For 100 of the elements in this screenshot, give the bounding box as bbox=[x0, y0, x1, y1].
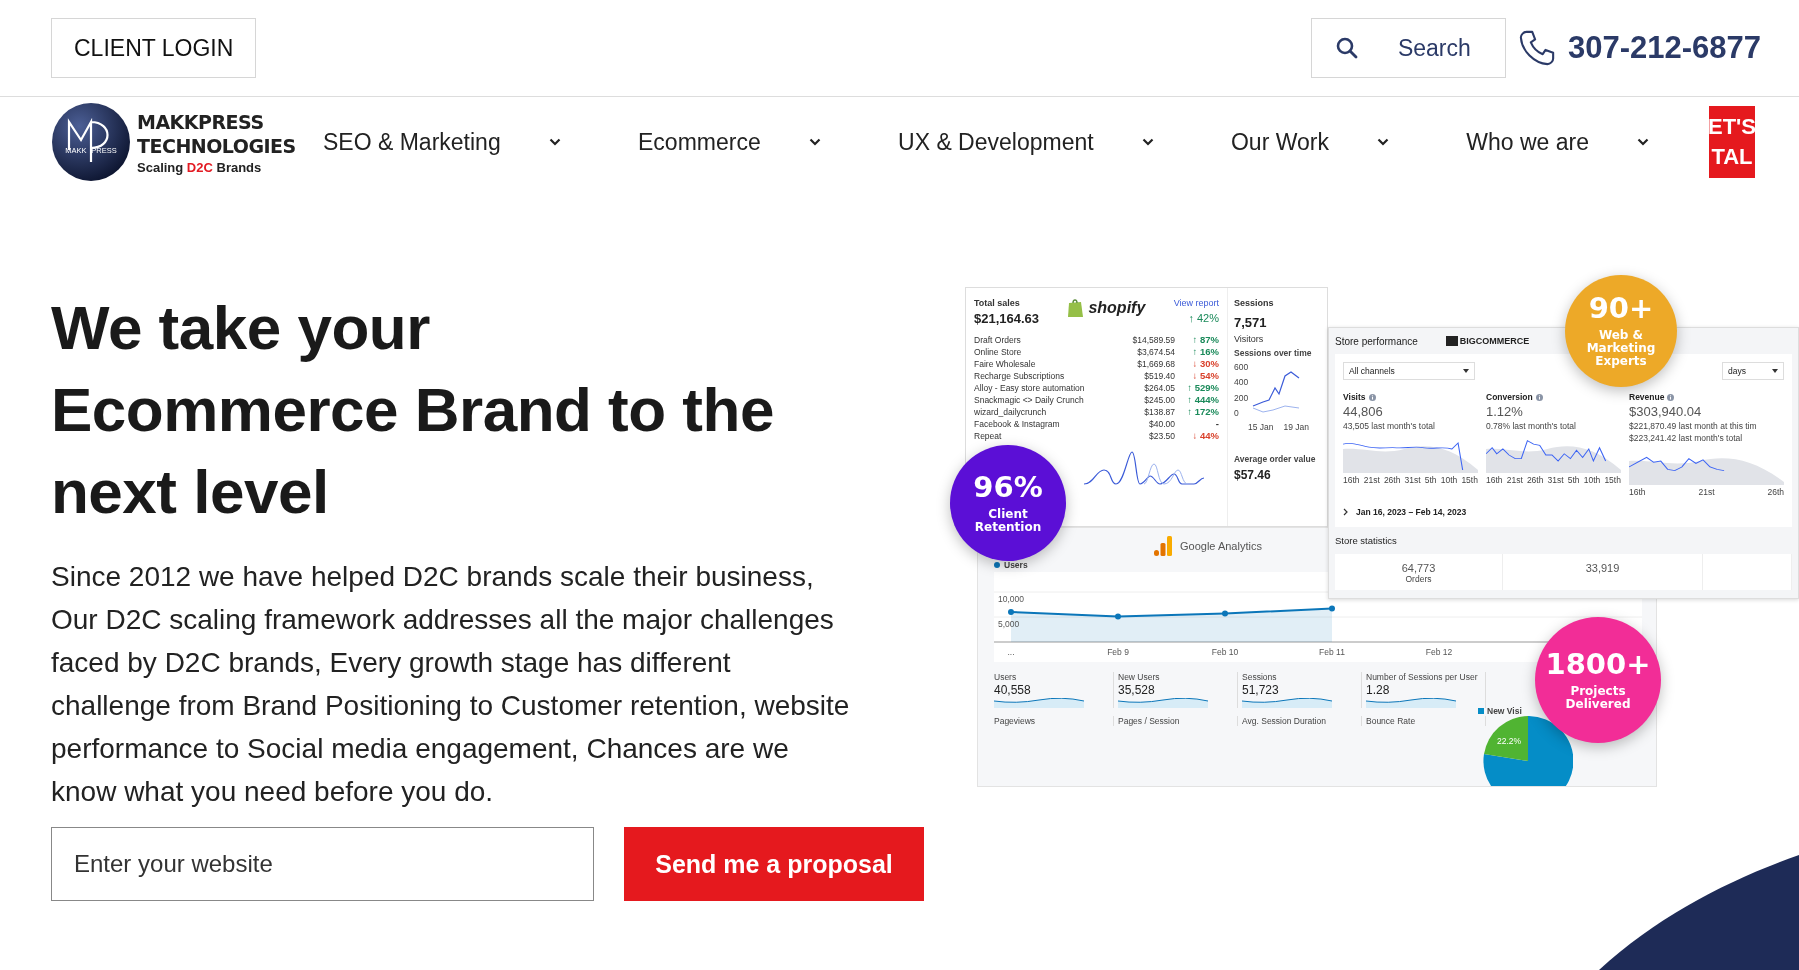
pie-chart-drawing: 22.2% bbox=[1483, 716, 1573, 786]
view-report-link[interactable]: View report bbox=[1173, 298, 1219, 308]
client-login-button[interactable]: CLIENT LOGIN bbox=[51, 18, 257, 78]
sales-amount: $245.00 bbox=[1143, 394, 1175, 406]
nav-menu-item[interactable]: Our Work bbox=[1230, 128, 1389, 156]
sales-channel-name: Draft Orders bbox=[974, 334, 1022, 346]
metric-label: Sessions bbox=[1242, 672, 1277, 682]
axis-tick-label: Feb 12 bbox=[1425, 647, 1453, 657]
metric-value: 1.12% bbox=[1486, 404, 1523, 419]
stat-value: 33,919 bbox=[1585, 562, 1620, 574]
axis-tick-label: 200 bbox=[1234, 392, 1249, 403]
date-range-toggle[interactable]: Jan 16, 2023 – Feb 14, 2023 bbox=[1356, 507, 1467, 517]
axis-tick-label: 600 bbox=[1234, 362, 1249, 372]
axis-tick-label: 26th bbox=[1526, 475, 1544, 485]
change-percent: ↓ 54% bbox=[1191, 370, 1219, 382]
change-percent: ↓ 44% bbox=[1191, 430, 1219, 442]
tagline: Scaling D2C Brands bbox=[137, 159, 262, 175]
change-percent: ↓ 30% bbox=[1191, 358, 1219, 370]
metric-label: Pages / Session bbox=[1118, 716, 1238, 726]
send-proposal-button[interactable]: Send me a proposal bbox=[624, 827, 924, 901]
company-name: TECHNOLOGIES bbox=[137, 133, 296, 158]
sales-channel-name: wizard_dailycrunch bbox=[974, 406, 1048, 418]
sales-channel-name: Faire Wholesale bbox=[974, 358, 1037, 370]
phone-number-link[interactable]: 307-212-6877 bbox=[1567, 30, 1761, 66]
change-percent: ↑ 529% bbox=[1186, 382, 1219, 394]
metric-value: $57.46 bbox=[1234, 468, 1271, 482]
shopping-bag-icon bbox=[1067, 298, 1086, 318]
metric-label: Conversion bbox=[1486, 392, 1533, 402]
sales-amount: $1,669.68 bbox=[1136, 358, 1175, 370]
metric-label: Visits bbox=[1343, 392, 1366, 402]
axis-tick-label: 15th bbox=[1604, 475, 1621, 485]
metric-label: Total sales bbox=[974, 298, 1020, 308]
sales-amount: $264.05 bbox=[1143, 382, 1175, 394]
chevron-down-icon bbox=[548, 138, 561, 146]
info-icon bbox=[1667, 393, 1675, 401]
sales-channel-name: Alloy - Easy store automation bbox=[974, 382, 1086, 394]
channel-dropdown[interactable]: All channels bbox=[1343, 362, 1475, 380]
axis-tick-label: 21st bbox=[1363, 475, 1380, 485]
chevron-down-icon bbox=[1637, 138, 1649, 146]
phone-icon bbox=[1517, 29, 1556, 67]
metric-note: 43,505 last month's total bbox=[1343, 421, 1435, 431]
metric-label: Users bbox=[994, 672, 1017, 682]
axis-tick-label: 16th bbox=[1629, 487, 1646, 497]
stat-value: 64,773 bbox=[1401, 562, 1436, 574]
search-field[interactable]: Search bbox=[1310, 18, 1506, 78]
sales-amount: $40.00 bbox=[1148, 418, 1175, 430]
axis-tick-label: 15 Jan bbox=[1248, 422, 1274, 432]
axis-tick-label: 10th bbox=[1440, 475, 1458, 485]
axis-tick-label: 5,000 bbox=[998, 619, 1020, 629]
change-percent: ↑ 87% bbox=[1191, 334, 1219, 346]
metric-value: 7,571 bbox=[1234, 315, 1267, 330]
data-point bbox=[1329, 605, 1335, 612]
sales-channel-name: Facebook & Instagram bbox=[974, 418, 1061, 430]
website-input-field[interactable]: Enter your website bbox=[51, 827, 594, 901]
metric-note: $223,241.42 last month's total bbox=[1629, 433, 1743, 443]
axis-tick-label: Feb 9 bbox=[1107, 647, 1129, 657]
hero-paragraph: Since 2012 we have helped D2C brands scale their business, Our D2C scaling framework addresses all the major challenges faced by D2C brands, Every growth stage has different challenge from Brand Positioning to Customer retention, website performance to Social media engagement, Chances are we know what you need before you do. bbox=[51, 560, 851, 809]
period-dropdown[interactable]: days bbox=[1722, 362, 1784, 380]
legend-dot-icon bbox=[994, 562, 1000, 568]
change-percent: ↑ 16% bbox=[1191, 346, 1219, 358]
legend-square-icon bbox=[1478, 708, 1484, 714]
section-title: Store statistics bbox=[1334, 534, 1398, 548]
stat-label: Orders bbox=[1405, 574, 1432, 584]
axis-tick-label: Feb 10 bbox=[1211, 647, 1239, 657]
metric-value: 51,723 bbox=[1242, 683, 1279, 697]
metric-label: Number of Sessions per User bbox=[1366, 672, 1478, 682]
axis-tick-label: 31st bbox=[1404, 475, 1421, 485]
sales-channel-name: Recharge Subscriptions bbox=[974, 370, 1066, 382]
axis-tick-label: 19 Jan bbox=[1283, 422, 1310, 432]
chart-legend: Users bbox=[1004, 560, 1028, 570]
chart-title: Sessions over time bbox=[1234, 348, 1312, 358]
stat-badge: 90+ Web & Marketing Experts bbox=[1565, 275, 1677, 387]
axis-tick-label: 5th bbox=[1567, 475, 1580, 485]
info-icon bbox=[1368, 393, 1376, 401]
nav-menu-item[interactable]: UX & Development bbox=[898, 128, 1154, 156]
lets-talk-button[interactable]: ET'S TAL bbox=[1709, 106, 1755, 178]
nav-menu-item[interactable]: Ecommerce bbox=[638, 128, 821, 156]
metric-label: Sessions bbox=[1234, 298, 1274, 308]
metric-label: Visitors bbox=[1234, 334, 1264, 344]
axis-tick-label: 10th bbox=[1583, 475, 1601, 485]
info-icon bbox=[1535, 393, 1543, 401]
metric-label: New Users bbox=[1118, 672, 1160, 682]
data-point bbox=[1115, 613, 1121, 620]
brand-logo-text: shopify bbox=[1088, 299, 1146, 317]
chevron-right-icon bbox=[1343, 508, 1348, 516]
sales-amount: $3,674.54 bbox=[1136, 346, 1175, 358]
nav-menu-item[interactable]: Who we are bbox=[1466, 128, 1649, 156]
axis-tick-label: 21st bbox=[1506, 475, 1523, 485]
axis-tick-label: Feb 11 bbox=[1319, 647, 1345, 657]
axis-tick-label: 400 bbox=[1234, 377, 1249, 388]
chevron-down-icon bbox=[1376, 138, 1389, 146]
sales-channel-name: Repeat bbox=[974, 430, 1003, 442]
axis-tick-label: 5th bbox=[1424, 475, 1437, 485]
hero-headline: We take your Ecommerce Brand to the next level bbox=[51, 292, 775, 528]
metric-label: Revenue bbox=[1629, 392, 1665, 402]
axis-tick-label: 31st bbox=[1547, 475, 1564, 485]
nav-menu-item[interactable]: SEO & Marketing bbox=[323, 128, 561, 156]
metric-label: Avg. Session Duration bbox=[1242, 716, 1362, 726]
axis-tick-label: ... bbox=[1007, 647, 1015, 657]
panel-title: Store performance bbox=[1335, 335, 1418, 347]
